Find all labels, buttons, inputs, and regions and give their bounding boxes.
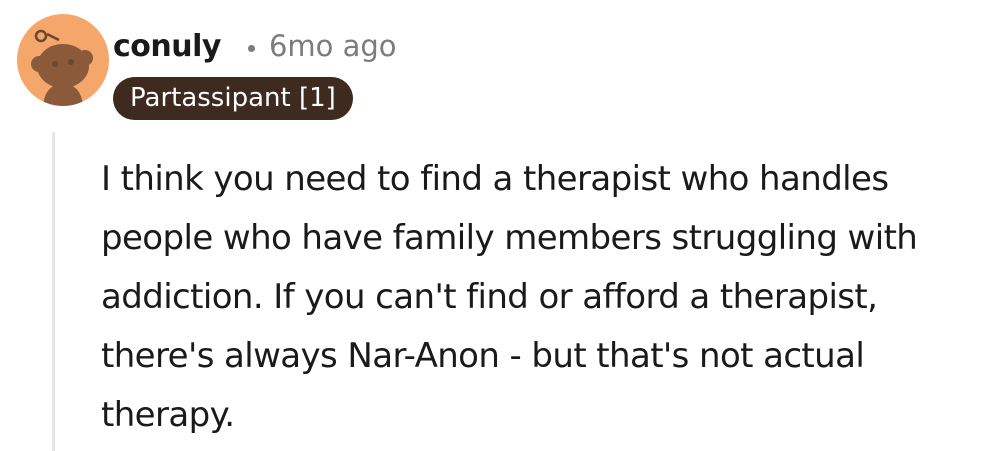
user-avatar[interactable] [17, 14, 109, 106]
user-flair-badge: Partassipant [1] [113, 77, 353, 120]
snoo-avatar-icon [31, 29, 93, 106]
timestamp-link[interactable]: 6mo ago [269, 29, 397, 63]
separator-dot [247, 44, 255, 52]
username-link[interactable]: conuly [113, 29, 221, 64]
comment-body: I think you need to find a therapist who… [101, 150, 986, 445]
comment-header: conuly 6mo ago [113, 22, 397, 70]
thread-collapse-line[interactable] [52, 132, 55, 451]
comment: conuly 6mo ago Partassipant [1] I think … [0, 0, 993, 451]
comment-text: I think you need to find a therapist who… [101, 159, 918, 435]
